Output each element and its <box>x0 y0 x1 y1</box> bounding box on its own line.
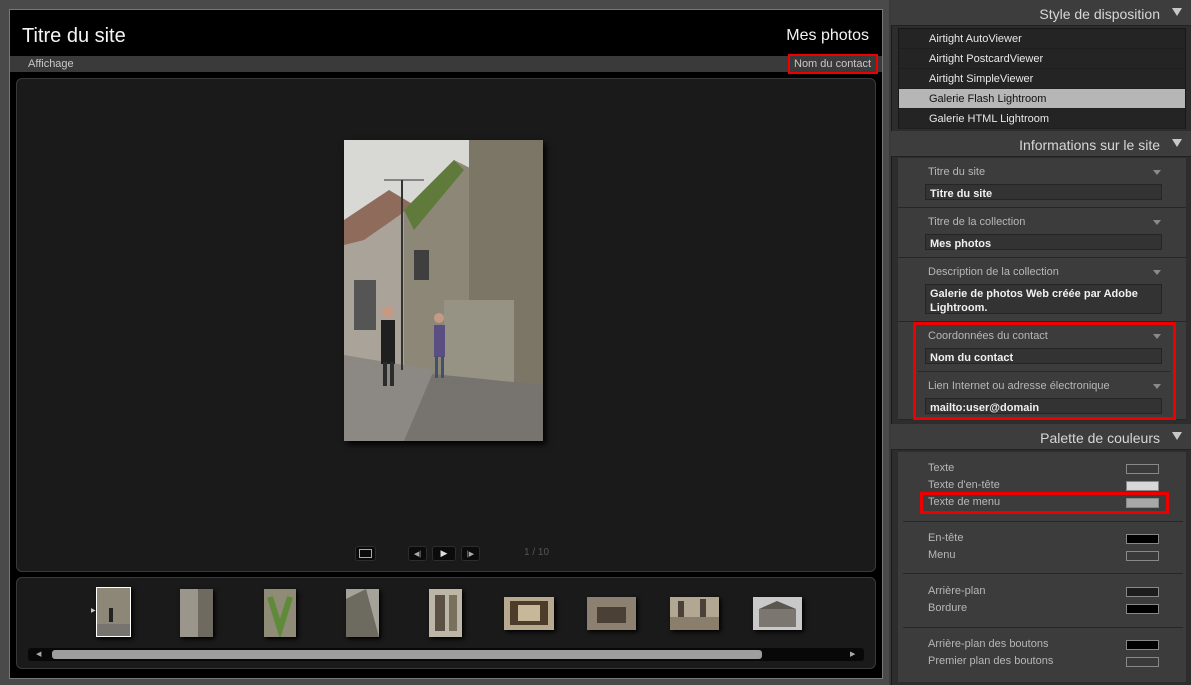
color-swatch-header[interactable] <box>1126 534 1159 544</box>
highlight-menu-text-color <box>920 492 1169 514</box>
collapse-triangle-icon[interactable] <box>1172 432 1182 440</box>
layout-item-airtight-simpleviewer[interactable]: Airtight SimpleViewer <box>899 69 1185 89</box>
next-icon: |▶ <box>466 550 475 558</box>
collection-title: Mes photos <box>786 27 869 44</box>
color-swatch-button-foreground[interactable] <box>1126 657 1159 667</box>
thumbnail-image <box>180 589 213 637</box>
color-label-button-background: Arrière-plan des boutons <box>928 638 1049 650</box>
color-label-background: Arrière-plan <box>928 585 986 597</box>
dropdown-arrow-icon[interactable] <box>1153 170 1161 175</box>
layout-item-airtight-postcardviewer[interactable]: Airtight PostcardViewer <box>899 49 1185 69</box>
fullscreen-button[interactable] <box>355 546 376 561</box>
fullscreen-icon <box>359 549 372 558</box>
layout-style-title: Style de disposition <box>1039 6 1160 22</box>
scroll-right-icon[interactable]: ▶ <box>850 650 855 658</box>
thumbnail-8[interactable] <box>670 597 719 630</box>
color-swatch-button-background[interactable] <box>1126 640 1159 650</box>
collection-description-label: Description de la collection <box>928 266 1059 278</box>
dropdown-arrow-icon[interactable] <box>1153 220 1161 225</box>
previous-icon: ◀| <box>413 550 422 558</box>
thumbnail-6[interactable] <box>504 597 554 630</box>
palette-divider <box>903 627 1183 628</box>
page-indicator: 1 / 10 <box>524 547 550 558</box>
collection-title-label: Titre de la collection <box>928 216 1026 228</box>
thumbnail-image <box>504 597 554 630</box>
palette-divider <box>903 573 1183 574</box>
color-swatch-text[interactable] <box>1126 464 1159 474</box>
street-photo-image <box>344 140 543 441</box>
thumbnail-image <box>97 588 130 636</box>
thumbnail-image <box>264 589 296 637</box>
color-swatch-background[interactable] <box>1126 587 1159 597</box>
site-info-title: Informations sur le site <box>1019 137 1160 153</box>
thumbnail-3[interactable] <box>264 589 296 637</box>
collapse-triangle-icon[interactable] <box>1172 139 1182 147</box>
collection-description-input[interactable]: Galerie de photos Web créée par Adobe Li… <box>925 284 1162 314</box>
thumbnail-5[interactable] <box>429 589 462 637</box>
color-label-text: Texte <box>928 462 955 474</box>
color-label-button-foreground: Premier plan des boutons <box>928 655 1054 667</box>
dropdown-arrow-icon[interactable] <box>1153 270 1161 275</box>
color-swatch-header-text[interactable] <box>1126 481 1159 491</box>
play-button[interactable]: ▶ <box>432 546 456 561</box>
color-label-header-text: Texte d'en-tête <box>928 479 1000 491</box>
thumbnail-2[interactable] <box>180 589 213 637</box>
thumbnail-image <box>753 597 802 630</box>
color-swatch-menu[interactable] <box>1126 551 1159 561</box>
site-info-header[interactable]: Informations sur le site <box>891 131 1191 157</box>
scrollbar-thumb[interactable] <box>52 650 762 659</box>
thumbnail-image <box>670 597 719 630</box>
previous-button[interactable]: ◀| <box>408 546 427 561</box>
thumbnail-1[interactable] <box>96 587 131 637</box>
play-icon: ▶ <box>440 548 448 558</box>
layout-item-flash-gallery[interactable]: Galerie Flash Lightroom <box>899 89 1185 109</box>
current-thumbnail-marker-icon: ▶ <box>91 608 96 614</box>
collection-title-input[interactable]: Mes photos <box>925 234 1162 250</box>
color-palette-header[interactable]: Palette de couleurs <box>891 424 1191 450</box>
menu-contact-link[interactable]: Nom du contact <box>794 58 871 70</box>
thumbnail-7[interactable] <box>587 597 636 630</box>
scroll-left-icon[interactable]: ◀ <box>36 650 41 658</box>
gallery-menu-bar <box>10 56 882 72</box>
thumbnail-9[interactable] <box>753 597 802 630</box>
layout-item-html-gallery[interactable]: Galerie HTML Lightroom <box>899 109 1185 129</box>
thumbnail-image <box>429 589 462 637</box>
color-label-menu: Menu <box>928 549 956 561</box>
menu-view-link[interactable]: Affichage <box>28 58 74 70</box>
main-photo[interactable] <box>344 140 543 441</box>
layout-item-airtight-autoviewer[interactable]: Airtight AutoViewer <box>899 29 1185 49</box>
site-title: Titre du site <box>22 25 126 47</box>
layout-style-header[interactable]: Style de disposition <box>891 0 1191 26</box>
thumbnail-image <box>587 597 636 630</box>
color-label-header: En-tête <box>928 532 964 544</box>
collapse-triangle-icon[interactable] <box>1172 8 1182 16</box>
site-title-input[interactable]: Titre du site <box>925 184 1162 200</box>
palette-divider <box>903 521 1183 522</box>
next-button[interactable]: |▶ <box>461 546 480 561</box>
thumbnail-4[interactable] <box>346 589 379 637</box>
site-title-label: Titre du site <box>928 166 986 178</box>
color-label-border: Bordure <box>928 602 968 614</box>
highlight-contact-fields <box>913 322 1176 420</box>
thumbnail-image <box>346 589 379 637</box>
color-swatch-border[interactable] <box>1126 604 1159 614</box>
color-palette-title: Palette de couleurs <box>1040 430 1160 446</box>
